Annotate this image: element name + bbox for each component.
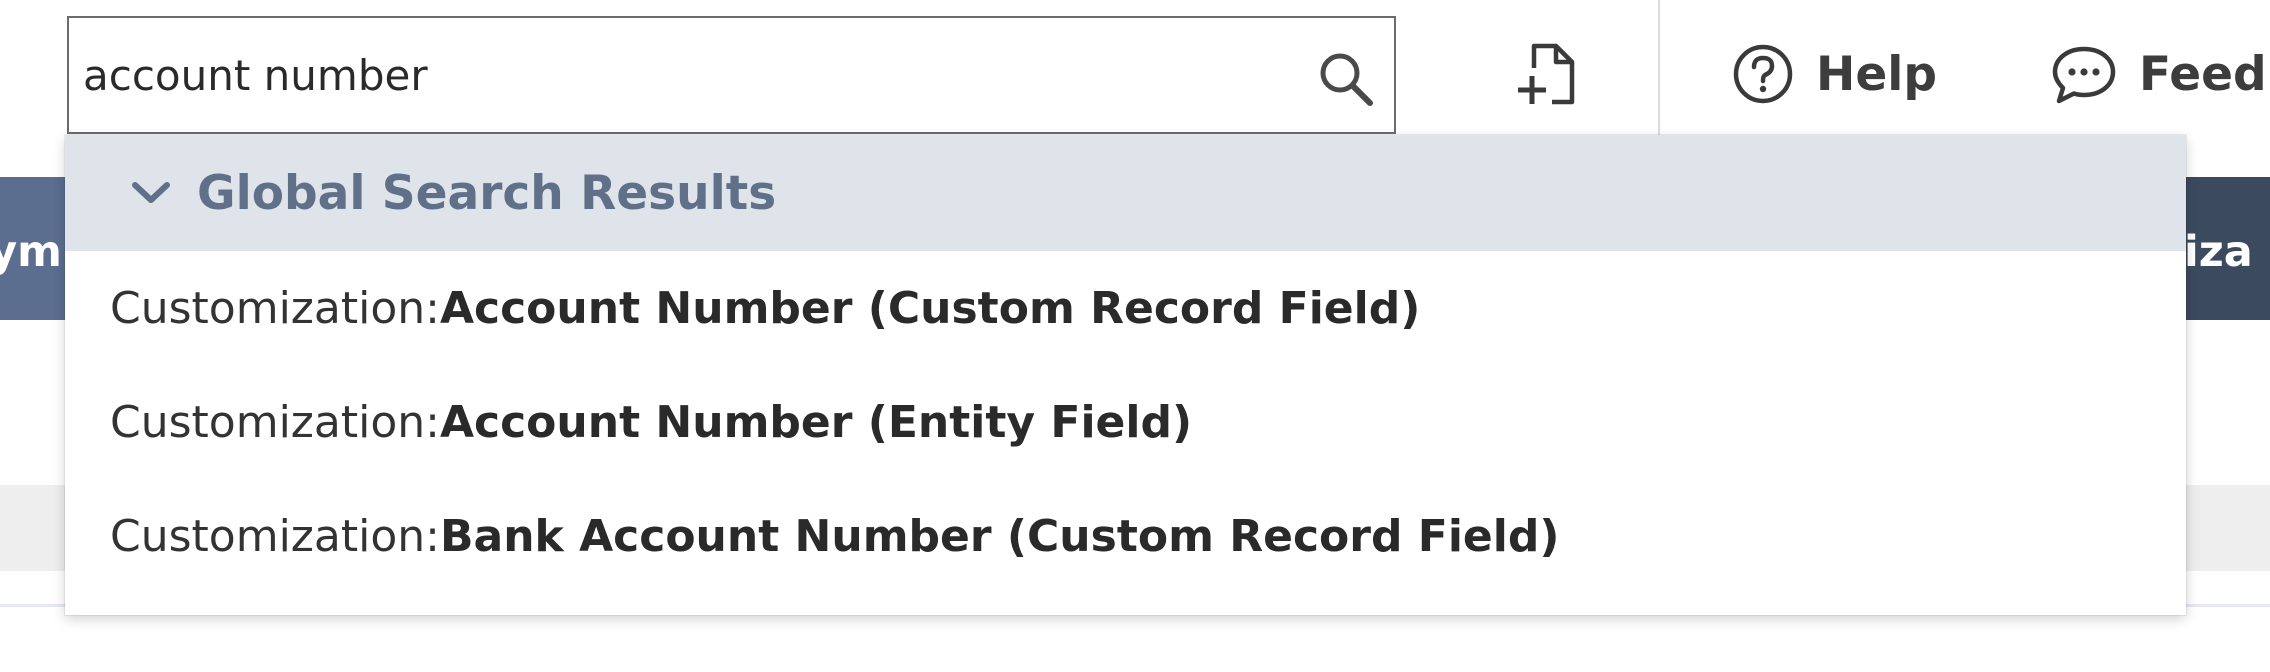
feedback-icon <box>2052 46 2116 104</box>
search-result-prefix: Customization: <box>110 282 440 334</box>
background-nav-tab-right[interactable]: iza <box>2184 177 2270 320</box>
search-result-prefix: Customization: <box>110 396 440 448</box>
search-icon[interactable] <box>1315 48 1375 108</box>
global-search-results-label: Global Search Results <box>197 165 777 221</box>
search-results-dropdown: Global Search Results Customization: Acc… <box>65 135 2186 615</box>
search-result-title: Bank Account Number (Custom Record Field… <box>439 510 1560 562</box>
search-result-title: Account Number (Custom Record Field) <box>439 282 1421 334</box>
help-label: Help <box>1816 46 1937 102</box>
background-row-right <box>2184 485 2270 571</box>
background-row-left <box>0 485 72 571</box>
toolbar-divider <box>1658 0 1660 135</box>
background-nav-tab-right-label: iza <box>2184 227 2253 277</box>
page: ym iza Help <box>0 0 2270 672</box>
help-link[interactable]: Help <box>1732 36 1937 112</box>
search-result-prefix: Customization: <box>110 510 440 562</box>
search-result-item[interactable]: Customization: Bank Account Number (Cust… <box>65 479 2186 593</box>
global-search-results-header[interactable]: Global Search Results <box>65 135 2186 251</box>
new-record-icon[interactable] <box>1512 40 1578 110</box>
search-result-item[interactable]: Customization: Account Number (Entity Fi… <box>65 365 2186 479</box>
feedback-link[interactable]: Feedl <box>2051 36 2270 112</box>
feedback-label: Feedl <box>2139 46 2270 102</box>
help-icon <box>1733 44 1793 104</box>
chevron-down-icon <box>132 182 170 203</box>
background-nav-tab-left[interactable]: ym <box>0 177 72 320</box>
background-nav-tab-left-label: ym <box>0 227 62 277</box>
search-result-item[interactable]: Customization: Account Number (Custom Re… <box>65 251 2186 365</box>
background-divider-right <box>2184 604 2270 607</box>
background-divider-left <box>0 604 72 607</box>
search-result-title: Account Number (Entity Field) <box>439 396 1193 448</box>
global-search-box <box>67 16 1396 134</box>
global-search-input[interactable] <box>83 18 1283 132</box>
